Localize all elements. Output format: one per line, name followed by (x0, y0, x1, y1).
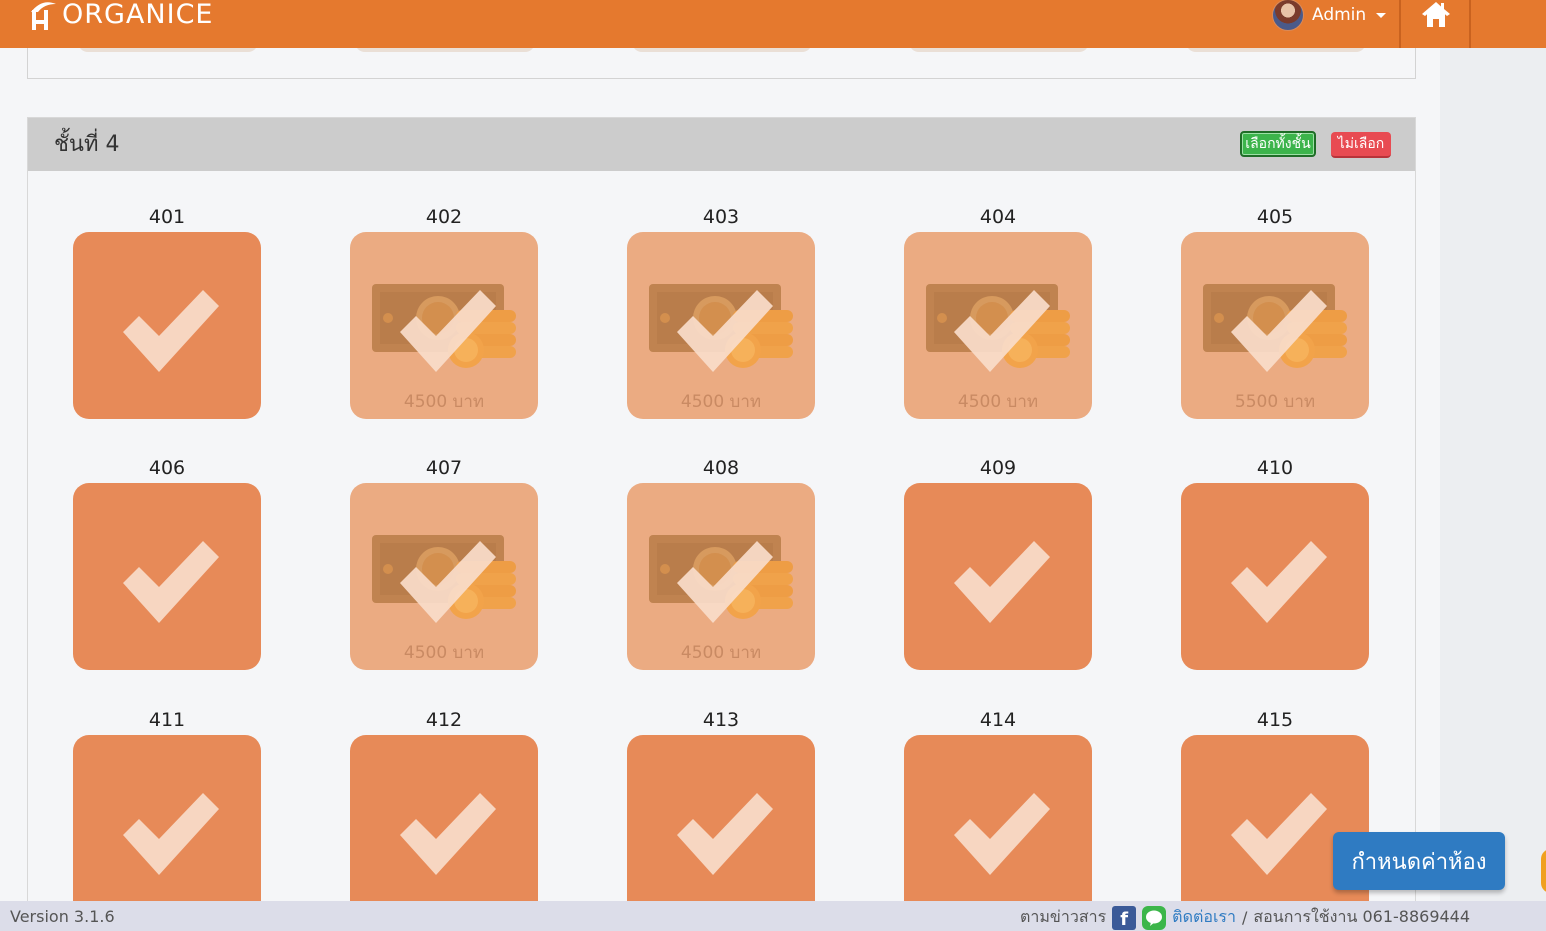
room-413: 413 (627, 709, 815, 922)
room-411: 411 (73, 709, 261, 922)
room-tile-selected[interactable] (73, 483, 261, 670)
user-name: Admin (1312, 5, 1367, 25)
checkmark-icon (1231, 541, 1327, 623)
checkmark-icon (954, 290, 1050, 372)
news-label: ตามข่าวสาร (1020, 907, 1107, 926)
room-tile-selected[interactable] (904, 735, 1092, 922)
room-number: 407 (425, 457, 463, 479)
floor-title: ชั้นที่ 4 (54, 132, 120, 157)
select-all-button[interactable]: เลือกทั้งชั้น (1240, 131, 1316, 157)
room-number: 415 (1256, 709, 1294, 731)
room-409: 409 (904, 457, 1092, 670)
footer-separator: / (1242, 908, 1248, 927)
checkmark-icon (1231, 290, 1327, 372)
room-tile-selected[interactable] (904, 483, 1092, 670)
contact-link[interactable]: ติดต่อเรา (1172, 905, 1236, 930)
room-number: 403 (702, 206, 740, 228)
chevron-down-icon (1376, 12, 1387, 18)
checkmark-icon (954, 793, 1050, 875)
checkmark-icon (1231, 793, 1327, 875)
floor-panel: ชั้นที่ 4 เลือกทั้งชั้น ไม่เลือก 401 402 4… (27, 117, 1416, 922)
home-button[interactable] (1404, 0, 1468, 48)
room-number: 402 (425, 206, 463, 228)
room-number: 414 (979, 709, 1017, 731)
room-405: 405 5500 บาท (1181, 206, 1369, 419)
room-number: 411 (148, 709, 186, 731)
room-402: 402 4500 บาท (350, 206, 538, 419)
checkmark-icon (400, 793, 496, 875)
navbar-divider (1469, 0, 1471, 48)
chat-bubble-button[interactable] (1541, 849, 1546, 893)
room-408: 408 4500 บาท (627, 457, 815, 670)
checkmark-icon (677, 541, 773, 623)
room-415: 415 (1181, 709, 1369, 922)
checkmark-icon (400, 541, 496, 623)
room-tile-paid[interactable]: 4500 บาท (627, 232, 815, 419)
room-406: 406 (73, 457, 261, 670)
user-menu[interactable]: Admin (1272, 0, 1387, 31)
top-navbar: ORGANICE Admin (0, 0, 1546, 48)
room-tile-selected[interactable] (1181, 735, 1369, 922)
checkmark-icon (123, 793, 219, 875)
tutorial-label[interactable]: สอนการใช้งาน 061-8869444 (1253, 905, 1470, 930)
version-label: Version 3.1.6 (10, 907, 115, 926)
floor-panel-header: ชั้นที่ 4 เลือกทั้งชั้น ไม่เลือก (28, 118, 1415, 171)
checkmark-icon (123, 290, 219, 372)
room-number: 404 (979, 206, 1017, 228)
room-401: 401 (73, 206, 261, 419)
room-number: 412 (425, 709, 463, 731)
brand-logo[interactable]: ORGANICE (30, 0, 213, 34)
home-icon (1422, 2, 1450, 27)
room-price: 4500 บาท (403, 392, 485, 412)
room-414: 414 (904, 709, 1092, 922)
room-tile-selected[interactable] (627, 735, 815, 922)
room-404: 404 4500 บาท (904, 206, 1092, 419)
room-number: 413 (702, 709, 740, 731)
select-none-button[interactable]: ไม่เลือก (1331, 132, 1391, 158)
checkmark-icon (954, 541, 1050, 623)
room-number: 408 (702, 457, 740, 479)
line-icon[interactable] (1142, 905, 1167, 930)
room-price: 4500 บาท (957, 392, 1039, 412)
room-tile-paid[interactable]: 5500 บาท (1181, 232, 1369, 419)
room-tile-paid[interactable]: 4500 บาท (904, 232, 1092, 419)
footer-links: ตามข่าวสาร f ติดต่อเรา / สอนการใช้งาน 06… (1020, 905, 1470, 930)
configure-rooms-button[interactable]: กำหนดค่าห้อง (1333, 832, 1505, 890)
room-number: 409 (979, 457, 1017, 479)
checkmark-icon (400, 290, 496, 372)
room-410: 410 (1181, 457, 1369, 670)
logo-text: ORGANICE (62, 0, 214, 30)
room-number: 401 (148, 206, 186, 228)
checkmark-icon (123, 541, 219, 623)
navbar-divider (1399, 0, 1401, 48)
checkmark-icon (677, 290, 773, 372)
room-price: 5500 บาท (1234, 392, 1316, 412)
facebook-icon[interactable]: f (1112, 905, 1137, 930)
checkmark-icon (677, 793, 773, 875)
room-price: 4500 บาท (680, 643, 762, 663)
room-number: 410 (1256, 457, 1294, 479)
room-tile-paid[interactable]: 4500 บาท (350, 232, 538, 419)
logo-mark-icon (30, 0, 60, 30)
room-tile-selected[interactable] (1181, 483, 1369, 670)
room-tile-selected[interactable] (73, 735, 261, 922)
room-number: 406 (148, 457, 186, 479)
footer: Version 3.1.6 ตามข่าวสาร f ติดต่อเรา / ส… (0, 901, 1546, 931)
room-tile-selected[interactable] (73, 232, 261, 419)
room-price: 4500 บาท (403, 643, 485, 663)
room-tile-paid[interactable]: 4500 บาท (627, 483, 815, 670)
room-price: 4500 บาท (680, 392, 762, 412)
room-407: 407 4500 บาท (350, 457, 538, 670)
room-tile-selected[interactable] (350, 735, 538, 922)
room-403: 403 4500 บาท (627, 206, 815, 419)
avatar (1272, 0, 1304, 31)
right-gutter (1440, 0, 1546, 931)
room-number: 405 (1256, 206, 1294, 228)
room-412: 412 (350, 709, 538, 922)
room-tile-paid[interactable]: 4500 บาท (350, 483, 538, 670)
